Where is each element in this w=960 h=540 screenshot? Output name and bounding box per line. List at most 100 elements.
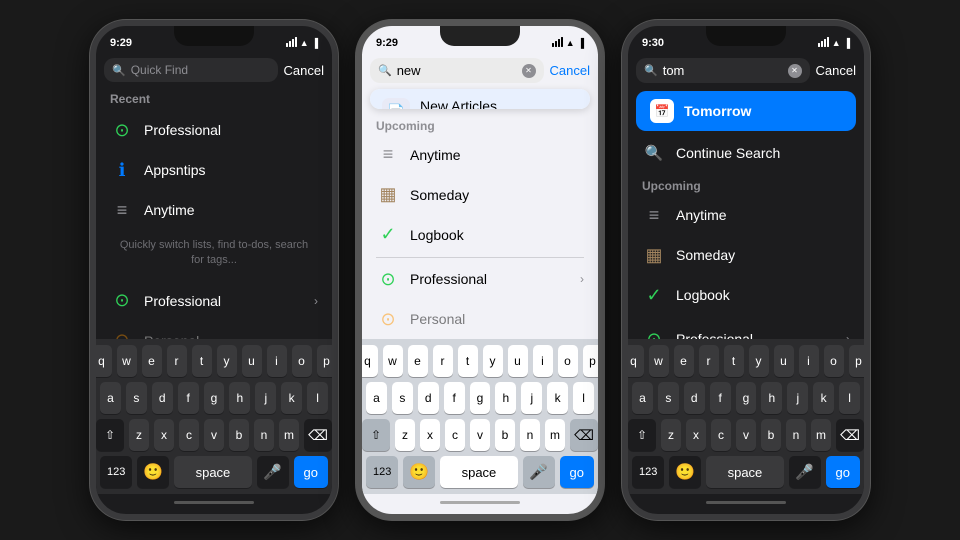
r-key-m[interactable]: m	[811, 419, 831, 451]
m-key-mic[interactable]: 🎤	[523, 456, 555, 488]
m-key-delete[interactable]: ⌫	[570, 419, 598, 451]
m-key-o[interactable]: o	[558, 345, 578, 377]
r-key-c[interactable]: c	[711, 419, 731, 451]
key-i[interactable]: i	[267, 345, 287, 377]
m-key-c[interactable]: c	[445, 419, 465, 451]
m-key-go[interactable]: go	[560, 456, 594, 488]
m-key-f[interactable]: f	[444, 382, 465, 414]
m-key-space[interactable]: space	[440, 456, 517, 488]
logbook-item-middle[interactable]: ✓ Logbook	[362, 215, 598, 255]
cancel-btn-left[interactable]: Cancel	[284, 63, 324, 78]
key-mic-left[interactable]: 🎤	[257, 456, 289, 488]
m-key-z[interactable]: z	[395, 419, 415, 451]
key-j[interactable]: j	[255, 382, 276, 414]
r-key-x[interactable]: x	[686, 419, 706, 451]
r-key-f[interactable]: f	[710, 382, 731, 414]
r-key-s[interactable]: s	[658, 382, 679, 414]
list-item-anytime-left[interactable]: ≡ Anytime	[96, 190, 332, 230]
suggestion-new-articles[interactable]: 📄 New Articles Appsntips	[370, 89, 590, 109]
key-g[interactable]: g	[204, 382, 225, 414]
key-t[interactable]: t	[192, 345, 212, 377]
cancel-btn-middle[interactable]: Cancel	[550, 63, 590, 78]
clear-btn-middle[interactable]: ✕	[522, 64, 536, 78]
key-c[interactable]: c	[179, 419, 199, 451]
r-key-b[interactable]: b	[761, 419, 781, 451]
r-key-p[interactable]: p	[849, 345, 869, 377]
professional-item-middle[interactable]: ⊙ Professional ›	[362, 259, 598, 299]
clear-btn-right[interactable]: ✕	[788, 64, 802, 78]
m-key-l[interactable]: l	[573, 382, 594, 414]
key-s[interactable]: s	[126, 382, 147, 414]
r-key-w[interactable]: w	[649, 345, 669, 377]
key-y[interactable]: y	[217, 345, 237, 377]
key-a[interactable]: a	[100, 382, 121, 414]
professional-item-right[interactable]: ⊙ Professional ›	[628, 319, 864, 339]
key-n[interactable]: n	[254, 419, 274, 451]
list-item-professional-left[interactable]: ⊙ Professional	[96, 110, 332, 150]
m-key-emoji[interactable]: 🙂	[403, 456, 435, 488]
r-key-l[interactable]: l	[839, 382, 860, 414]
r-key-i[interactable]: i	[799, 345, 819, 377]
m-key-i[interactable]: i	[533, 345, 553, 377]
r-key-v[interactable]: v	[736, 419, 756, 451]
anytime-item-middle[interactable]: ≡ Anytime	[362, 135, 598, 175]
search-input-wrap-right[interactable]: 🔍 tom ✕	[636, 58, 810, 83]
m-key-x[interactable]: x	[420, 419, 440, 451]
m-key-123[interactable]: 123	[366, 456, 398, 488]
r-key-u[interactable]: u	[774, 345, 794, 377]
key-x[interactable]: x	[154, 419, 174, 451]
key-m[interactable]: m	[279, 419, 299, 451]
m-key-y[interactable]: y	[483, 345, 503, 377]
r-key-o[interactable]: o	[824, 345, 844, 377]
logbook-item-right[interactable]: ✓ Logbook	[628, 275, 864, 315]
r-key-a[interactable]: a	[632, 382, 653, 414]
key-go-left[interactable]: go	[294, 456, 328, 488]
continue-search-right[interactable]: 🔍 Continue Search	[628, 133, 864, 173]
r-key-r[interactable]: r	[699, 345, 719, 377]
r-key-e[interactable]: e	[674, 345, 694, 377]
key-z[interactable]: z	[129, 419, 149, 451]
personal-item-middle[interactable]: ⊙ Personal	[362, 299, 598, 339]
keyboard-left[interactable]: q w e r t y u i o p a s d f g h j k l ⇧ …	[96, 339, 332, 494]
r-key-q[interactable]: q	[624, 345, 644, 377]
m-key-t[interactable]: t	[458, 345, 478, 377]
bottom-personal-left[interactable]: ⊙ Personal	[96, 321, 332, 339]
key-e[interactable]: e	[142, 345, 162, 377]
m-key-s[interactable]: s	[392, 382, 413, 414]
key-l[interactable]: l	[307, 382, 328, 414]
key-shift-left[interactable]: ⇧	[96, 419, 124, 451]
tomorrow-item-right[interactable]: 📅 Tomorrow	[636, 91, 856, 131]
r-key-emoji[interactable]: 🙂	[669, 456, 701, 488]
key-w[interactable]: w	[117, 345, 137, 377]
keyboard-right[interactable]: q w e r t y u i o p a s d f g h j k l ⇧ …	[628, 339, 864, 494]
bottom-professional-left[interactable]: ⊙ Professional ›	[96, 281, 332, 321]
m-key-shift[interactable]: ⇧	[362, 419, 390, 451]
key-123-left[interactable]: 123	[100, 456, 132, 488]
m-key-u[interactable]: u	[508, 345, 528, 377]
someday-item-middle[interactable]: ▦ Someday	[362, 175, 598, 215]
search-input-wrap-left[interactable]: 🔍 Quick Find	[104, 58, 278, 82]
r-key-j[interactable]: j	[787, 382, 808, 414]
r-key-k[interactable]: k	[813, 382, 834, 414]
cancel-btn-right[interactable]: Cancel	[816, 63, 856, 78]
m-key-r[interactable]: r	[433, 345, 453, 377]
key-emoji-left[interactable]: 🙂	[137, 456, 169, 488]
r-key-go[interactable]: go	[826, 456, 860, 488]
key-p[interactable]: p	[317, 345, 337, 377]
r-key-z[interactable]: z	[661, 419, 681, 451]
m-key-q[interactable]: q	[358, 345, 378, 377]
r-key-g[interactable]: g	[736, 382, 757, 414]
m-key-w[interactable]: w	[383, 345, 403, 377]
key-v[interactable]: v	[204, 419, 224, 451]
m-key-m[interactable]: m	[545, 419, 565, 451]
list-item-appsntips-left[interactable]: ℹ Appsntips	[96, 150, 332, 190]
m-key-g[interactable]: g	[470, 382, 491, 414]
m-key-b[interactable]: b	[495, 419, 515, 451]
r-key-t[interactable]: t	[724, 345, 744, 377]
key-delete-left[interactable]: ⌫	[304, 419, 332, 451]
search-input-wrap-middle[interactable]: 🔍 new ✕	[370, 58, 544, 83]
key-q[interactable]: q	[92, 345, 112, 377]
search-value-middle[interactable]: new	[397, 63, 517, 78]
key-f[interactable]: f	[178, 382, 199, 414]
key-d[interactable]: d	[152, 382, 173, 414]
